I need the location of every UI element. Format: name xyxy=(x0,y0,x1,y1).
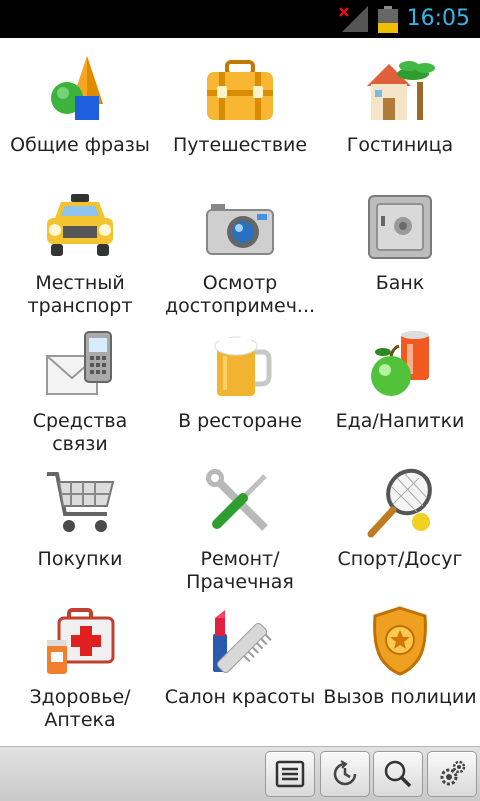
search-button[interactable] xyxy=(373,751,423,797)
category-sightseeing[interactable]: Осмотр достопримеч... xyxy=(160,176,320,317)
category-label: Гостиница xyxy=(346,134,454,156)
tennis-racket-icon xyxy=(367,468,432,538)
category-label: Средства связи xyxy=(32,410,128,455)
category-shopping[interactable]: Покупки xyxy=(0,452,160,590)
first-aid-kit-icon xyxy=(47,608,115,674)
settings-button[interactable] xyxy=(427,751,477,797)
clock: 16:05 xyxy=(406,6,470,31)
category-label: Путешествие xyxy=(172,134,308,156)
suitcase-icon xyxy=(207,60,273,120)
signal-off-icon xyxy=(339,6,368,32)
battery-low-icon xyxy=(378,6,398,33)
list-button[interactable] xyxy=(265,751,315,797)
beer-mug-icon xyxy=(214,335,272,396)
category-travel[interactable]: Путешествие xyxy=(160,38,320,176)
search-icon xyxy=(384,760,412,788)
category-label: Ремонт/ Прачечная xyxy=(186,548,294,593)
category-label: Еда/Напитки xyxy=(335,410,465,432)
shopping-cart-icon xyxy=(47,472,115,532)
apple-can-icon xyxy=(371,331,429,396)
category-bank[interactable]: Банк xyxy=(320,176,480,314)
status-bar: 16:05 xyxy=(0,0,480,38)
category-grid: Общие фразы Путешествие Гостиница Местны… xyxy=(0,38,480,746)
hotel-palm-icon xyxy=(367,61,435,120)
category-repair-laundry[interactable]: Ремонт/ Прачечная xyxy=(160,452,320,593)
category-label: Вызов полиции xyxy=(323,686,477,708)
category-local-transport[interactable]: Местный транспорт xyxy=(0,176,160,317)
category-label: Здоровье/ Аптека xyxy=(29,686,131,731)
category-label: Банк xyxy=(375,272,425,294)
list-icon xyxy=(275,760,305,788)
category-hotel[interactable]: Гостиница xyxy=(320,38,480,176)
envelope-phone-icon xyxy=(46,331,112,395)
category-label: Местный транспорт xyxy=(27,272,133,317)
category-label: В ресторане xyxy=(178,410,302,432)
category-beauty-salon[interactable]: Салон красоты xyxy=(160,590,320,728)
category-communication[interactable]: Средства связи xyxy=(0,314,160,455)
category-label: Спорт/Досуг xyxy=(337,548,463,570)
category-police[interactable]: Вызов полиции xyxy=(320,590,480,728)
history-icon xyxy=(333,760,357,786)
taxi-icon xyxy=(47,194,113,256)
bottom-toolbar xyxy=(0,746,480,801)
lipstick-comb-icon xyxy=(213,610,272,674)
category-sport-leisure[interactable]: Спорт/Досуг xyxy=(320,452,480,590)
category-common-phrases[interactable]: Общие фразы xyxy=(0,38,160,176)
camera-icon xyxy=(206,204,274,255)
category-label: Покупки xyxy=(37,548,123,570)
police-badge-icon xyxy=(373,606,427,676)
category-health-pharmacy[interactable]: Здоровье/ Аптека xyxy=(0,590,160,731)
category-label: Осмотр достопримеч... xyxy=(164,272,316,317)
safe-icon xyxy=(368,195,432,259)
shapes-icon xyxy=(51,56,103,120)
category-label: Общие фразы xyxy=(10,134,150,156)
category-food-drinks[interactable]: Еда/Напитки xyxy=(320,314,480,452)
category-label: Салон красоты xyxy=(164,686,316,708)
category-restaurant[interactable]: В ресторане xyxy=(160,314,320,452)
tools-icon xyxy=(206,469,268,531)
settings-icon xyxy=(440,760,466,786)
history-button[interactable] xyxy=(320,751,370,797)
